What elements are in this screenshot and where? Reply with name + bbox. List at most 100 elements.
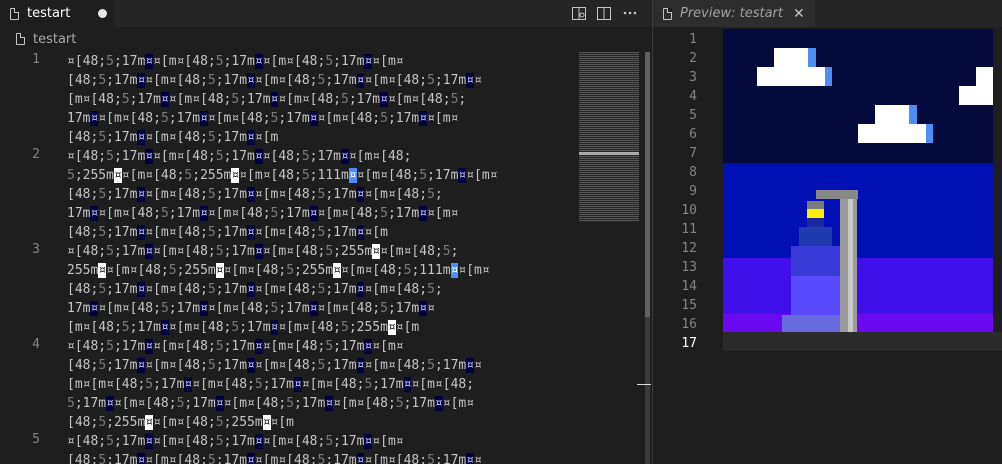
code-token: 5: [98, 282, 107, 297]
code-line[interactable]: ¤[48;5;17m¤¤[m¤[48;5;17m¤¤[m¤[48;5;17m¤¤…: [67, 337, 482, 432]
swatch-dark: ¤: [254, 149, 263, 164]
code-token: ;111m: [309, 168, 349, 183]
scroll-cursor-marker: [637, 384, 651, 385]
swatch-dark: ¤: [309, 111, 318, 126]
swatch-dark: ¤: [247, 130, 255, 145]
swatch-dark: ¤: [247, 187, 255, 202]
code-token: ;17m: [113, 434, 146, 449]
split-editor-icon[interactable]: [596, 5, 612, 21]
code-token: ¤[m¤[48;: [145, 358, 208, 373]
code-token: ¤[m¤[48;: [113, 396, 177, 411]
code-token: ;17m: [278, 111, 310, 126]
swatch-dark: ¤: [247, 453, 255, 464]
code-token: 5: [67, 168, 75, 183]
code-token: ¤[m¤[48;: [254, 187, 318, 202]
scrollbar-thumb[interactable]: [645, 52, 650, 317]
more-actions-icon[interactable]: [622, 5, 638, 21]
minimap-viewport[interactable]: [579, 152, 639, 155]
code-token: ¤[m¤[48;: [106, 263, 169, 278]
preview-line-number: 4: [689, 89, 697, 104]
code-token: ¤[m¤[48;: [364, 73, 428, 88]
preview-line-number: 13: [681, 260, 697, 275]
open-preview-icon[interactable]: [571, 5, 587, 21]
code-token: ¤[m¤[48;: [387, 92, 451, 107]
code-token: 5: [160, 111, 169, 126]
close-icon[interactable]: ✕: [793, 6, 805, 22]
code-token: ;17m: [434, 73, 467, 88]
code-token: ¤[m¤[48;: [317, 111, 381, 126]
code-token: ;17m: [106, 282, 138, 297]
swatch-white: ¤: [145, 415, 154, 430]
swatch-dark: ¤: [247, 358, 255, 373]
code-token: ;111m: [411, 263, 451, 278]
code-token: ¤[m¤[48;: [207, 206, 271, 221]
code-token: 5: [325, 244, 334, 259]
code-token: ;17m: [309, 149, 341, 164]
code-token: 5: [168, 263, 177, 278]
code-token: ¤[m¤[48;: [145, 130, 208, 145]
code-token: ¤[m¤[48;: [262, 339, 326, 354]
tab-preview[interactable]: Preview: testart ✕: [653, 0, 815, 27]
swatch-dark: ¤: [200, 301, 208, 316]
code-token: ¤[m: [270, 415, 295, 430]
breadcrumb-file-icon: [16, 33, 25, 45]
code-token: 5: [325, 54, 334, 69]
code-token: ;17m: [215, 187, 248, 202]
unsaved-dot-icon[interactable]: [98, 9, 108, 18]
code-line[interactable]: ¤[48;5;17m¤¤[m¤[48;5;17m¤¤[m¤[48;5;255m¤…: [67, 242, 490, 337]
code-token: 5: [106, 339, 114, 354]
code-token: ;17m: [129, 92, 161, 107]
code-token: ¤[m¤[48;: [239, 168, 302, 183]
code-token: 5: [106, 244, 114, 259]
code-token: ¤[m¤[48;: [145, 187, 208, 202]
code-token: ;17m: [153, 377, 185, 392]
code-token: ;17m: [239, 92, 271, 107]
code-token: ¤[m¤[48;: [364, 282, 428, 297]
code-line[interactable]: ¤[48;5;17m¤¤[m¤[48;5;17m¤¤[48;5;17m¤¤[m¤…: [67, 147, 498, 242]
breadcrumb[interactable]: testart: [0, 28, 652, 50]
code-token: ;17m: [215, 130, 248, 145]
swatch-dark: ¤: [200, 111, 208, 126]
code-token: ¤[m¤[48;: [153, 54, 216, 69]
code-token: ;17m: [113, 54, 146, 69]
code-token: 5: [427, 187, 435, 202]
swatch-dark: ¤: [434, 396, 443, 411]
swatch-dark: ¤: [380, 92, 388, 107]
swatch-dark: ¤: [309, 206, 318, 221]
code-token: ¤[m¤[48;: [411, 377, 475, 392]
code-token: ;255m: [348, 320, 388, 335]
code-token: ;17m: [294, 396, 326, 411]
swatch-dark: ¤: [254, 339, 263, 354]
code-token: 5: [340, 320, 349, 335]
code-token: ¤[m¤[48;: [153, 339, 216, 354]
code-token: 5: [215, 339, 224, 354]
swatch-dark: ¤: [254, 434, 263, 449]
code-token: ¤[m¤[48;: [145, 453, 208, 464]
code-token: 5: [207, 358, 216, 373]
code-token: ;17m: [325, 187, 357, 202]
tab-testart[interactable]: testart: [0, 0, 114, 27]
code-token: 5: [207, 187, 216, 202]
code-token: ;17m: [348, 92, 381, 107]
code-token: ;17m: [223, 244, 255, 259]
code-token: ;255m: [294, 263, 334, 278]
code-token: ;17m: [278, 206, 310, 221]
code-token: ¤[m¤[48;: [153, 434, 216, 449]
code-line[interactable]: ¤[48;5;17m¤¤[m¤[48;5;17m¤¤[m¤[48;5;17m¤¤…: [67, 432, 482, 464]
code-line[interactable]: ¤[48;5;17m¤¤[m¤[48;5;17m¤¤[m¤[48;5;17m¤¤…: [67, 52, 482, 147]
preview-line-number: 5: [689, 108, 697, 123]
swatch-dark: ¤: [145, 54, 154, 69]
swatch-dark: ¤: [200, 206, 208, 221]
code-token: 5: [215, 434, 224, 449]
code-token: ;17m: [113, 339, 146, 354]
swatch-dark: ¤: [466, 73, 475, 88]
minimap[interactable]: [579, 52, 639, 222]
code-token: ¤[m¤[48;: [192, 377, 255, 392]
code-token: ;17m: [168, 111, 201, 126]
swatch-dark: ¤: [254, 244, 263, 259]
code-token: ¤[m¤[48;: [254, 358, 318, 373]
current-line-highlight: [723, 332, 1002, 351]
code-token: ;17m: [129, 320, 161, 335]
code-token: ¤[m¤[48;: [340, 263, 404, 278]
code-token: 5: [98, 225, 107, 240]
